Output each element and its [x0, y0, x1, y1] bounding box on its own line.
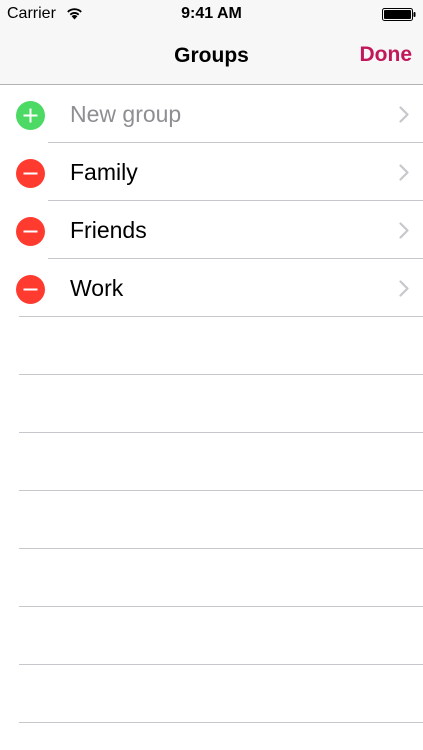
- empty-row: [0, 549, 423, 607]
- groups-list: New group Family Friends Work: [0, 85, 423, 723]
- list-item-friends[interactable]: Friends: [0, 201, 423, 259]
- status-time: 9:41 AM: [181, 5, 242, 22]
- list-item-label: New group: [70, 101, 182, 127]
- status-bar: Carrier 9:41 AM: [0, 0, 423, 28]
- chevron-right-icon: [399, 280, 409, 297]
- empty-row: [0, 607, 423, 665]
- page-title: Groups: [174, 44, 249, 67]
- list-item-work[interactable]: Work: [0, 259, 423, 317]
- delete-icon[interactable]: [16, 217, 45, 246]
- chevron-right-icon: [399, 164, 409, 181]
- groups-screen: Carrier 9:41 AM Groups Done New group Fa…: [0, 0, 423, 750]
- done-button[interactable]: Done: [360, 43, 413, 67]
- battery-icon: [382, 8, 416, 21]
- list-item-family[interactable]: Family: [0, 143, 423, 201]
- empty-row: [0, 665, 423, 723]
- add-icon[interactable]: [16, 101, 45, 130]
- chevron-right-icon: [399, 222, 409, 239]
- list-item-label: Friends: [70, 217, 147, 243]
- empty-row: [0, 433, 423, 491]
- empty-row: [0, 317, 423, 375]
- navigation-bar: Groups Done: [0, 28, 423, 85]
- list-item-label: Family: [70, 159, 138, 185]
- empty-row: [0, 375, 423, 433]
- chevron-right-icon: [399, 106, 409, 123]
- list-item-label: Work: [70, 275, 124, 301]
- empty-row: [0, 491, 423, 549]
- delete-icon[interactable]: [16, 159, 45, 188]
- list-item-new-group[interactable]: New group: [0, 85, 423, 143]
- delete-icon[interactable]: [16, 275, 45, 304]
